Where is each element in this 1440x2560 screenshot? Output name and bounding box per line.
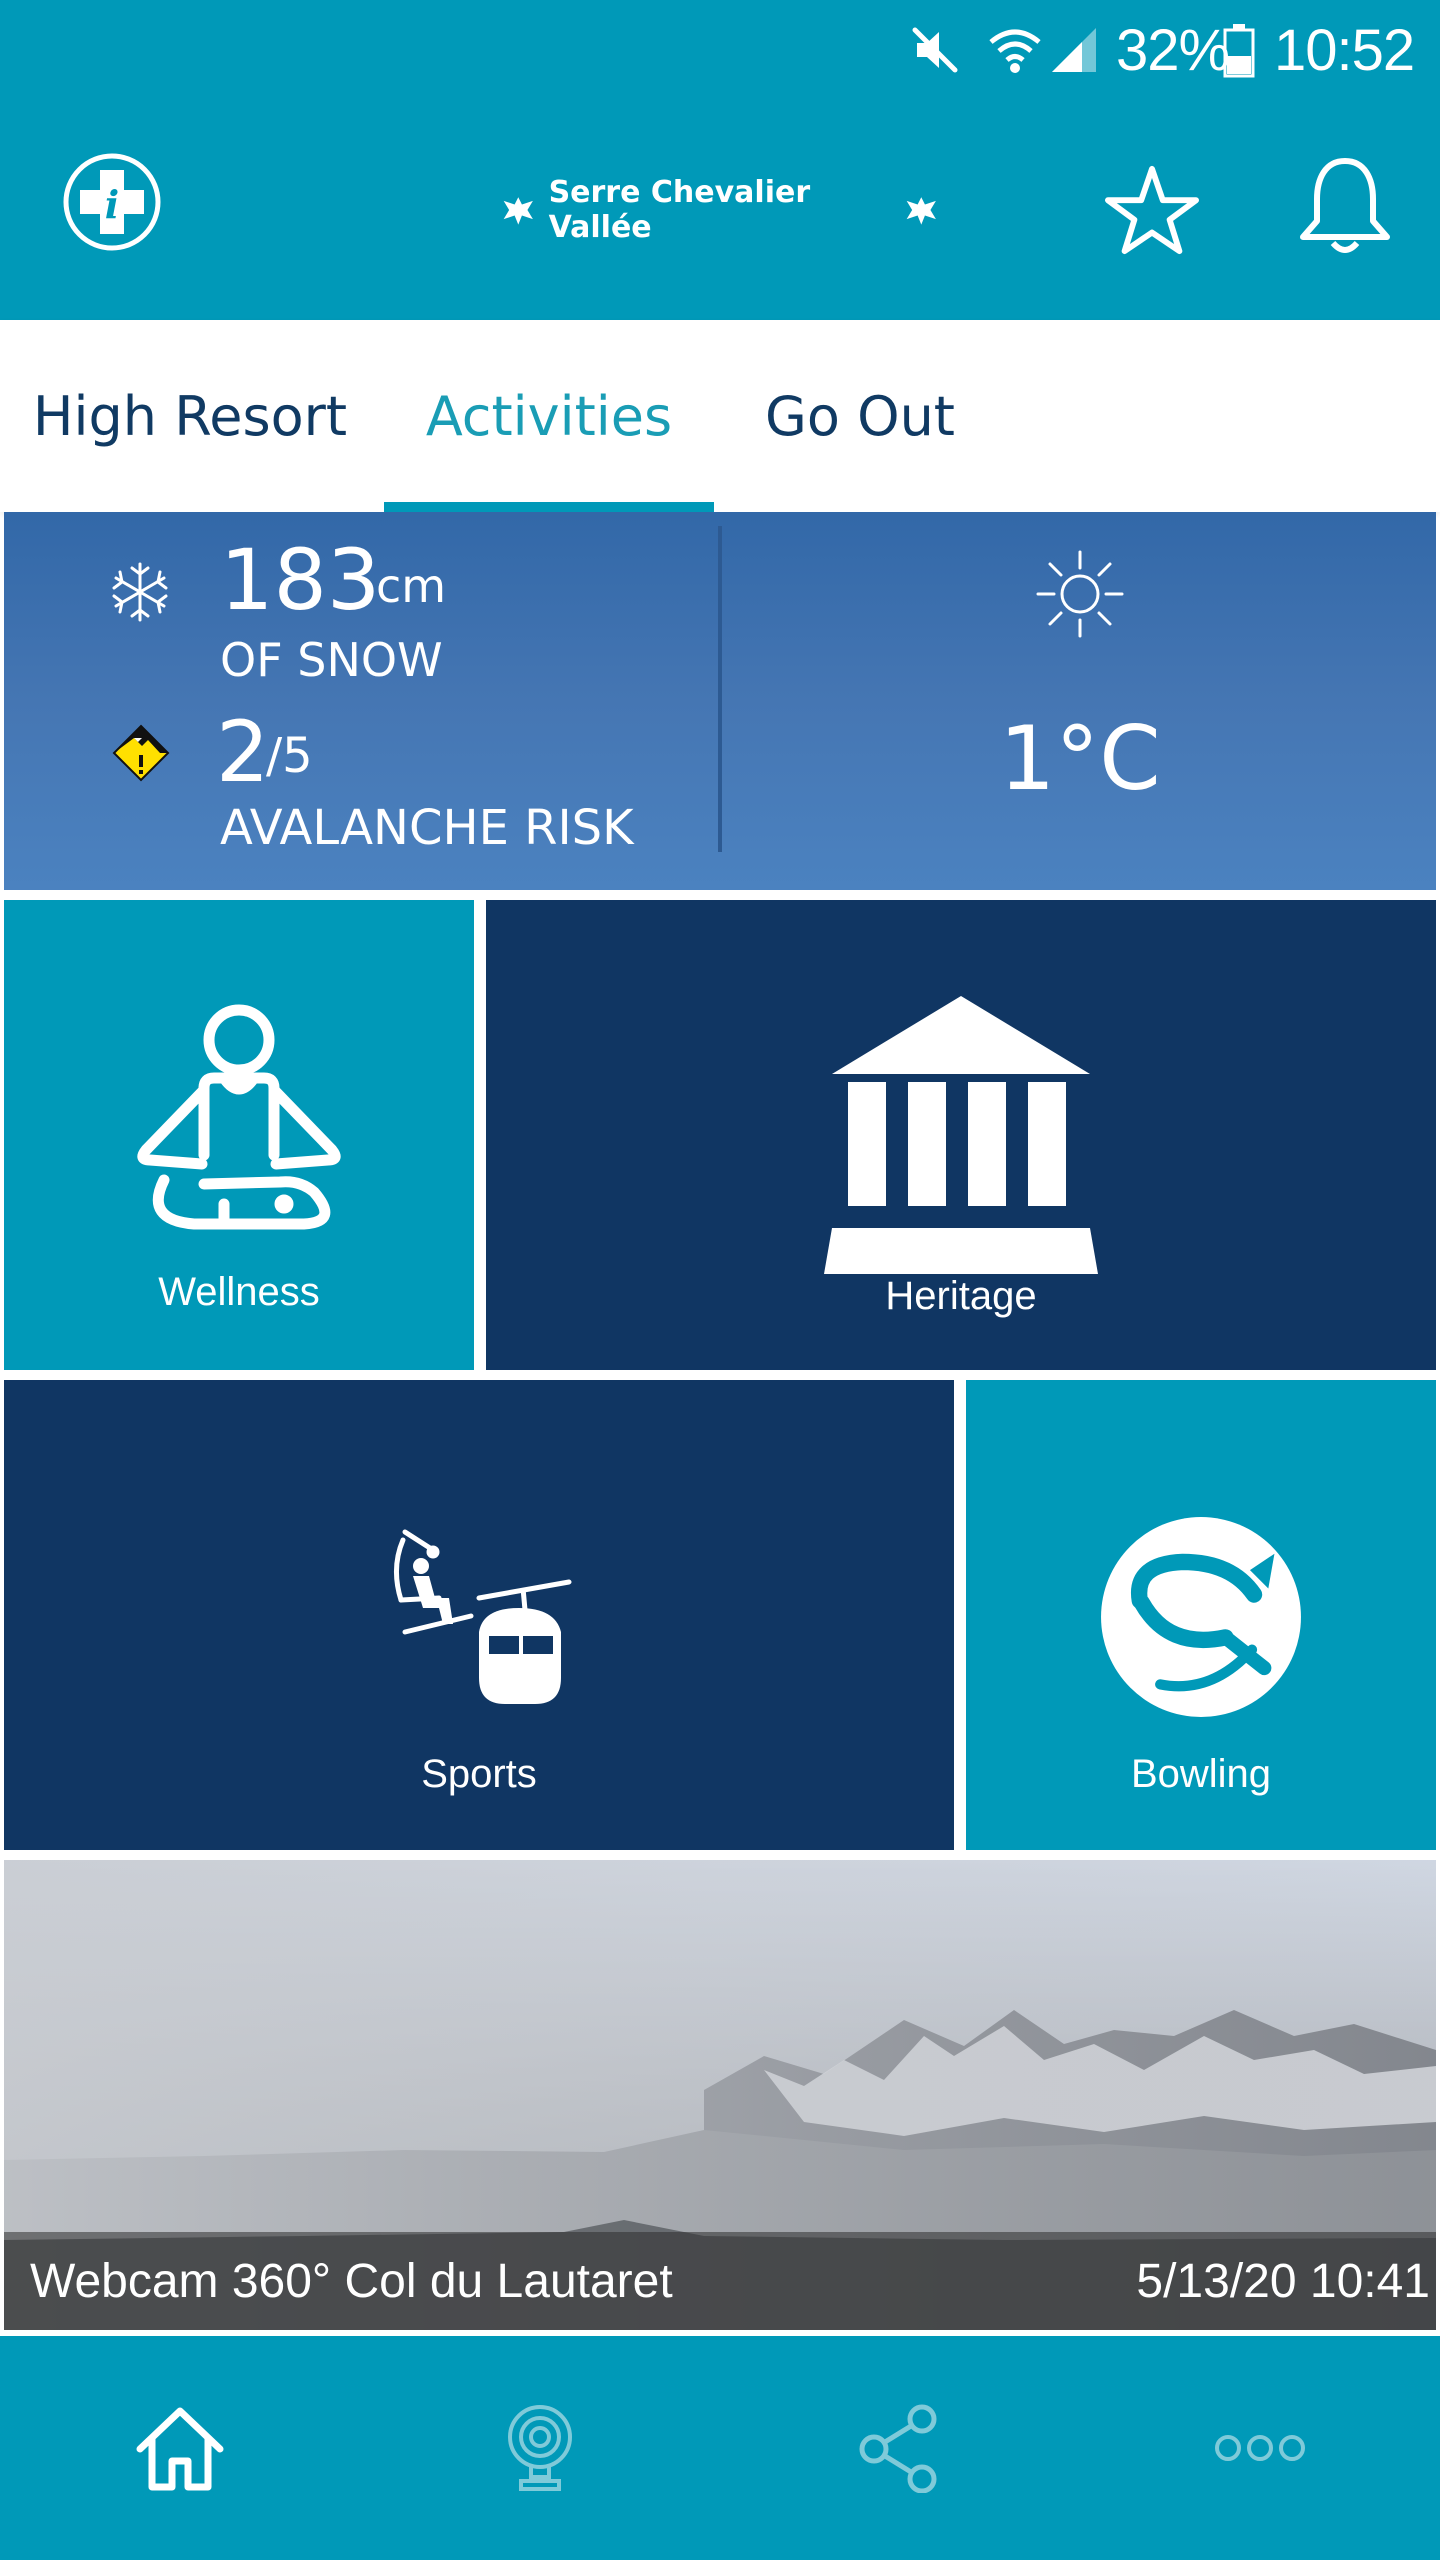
mute-icon [905,0,965,100]
battery-icon [1222,0,1256,100]
sun-icon [1036,550,1124,638]
info-cross-icon: i [63,153,161,251]
temperature-value: 1°C [999,707,1161,810]
tile-heritage[interactable]: Heritage [486,900,1436,1370]
tile-wellness[interactable]: Wellness [4,900,474,1370]
tile-heritage-label: Heritage [885,1274,1037,1318]
bottom-navigation [0,2336,1440,2560]
nav-share[interactable] [720,2336,1080,2560]
webcam-timestamp: 5/13/20 10:41 [1136,2254,1430,2308]
avalanche-risk-label: AVALANCHE RISK [220,800,634,856]
snow-depth-value: 183 [220,531,381,629]
status-bar: 32% 10:52 [0,0,1440,100]
svg-text:i: i [105,182,119,227]
tile-sports[interactable]: Sports [4,1380,954,1850]
nav-home[interactable] [0,2336,360,2560]
webcam-icon [508,2405,572,2491]
brand-emblem-icon [907,197,937,225]
tile-bowling-label: Bowling [1130,1752,1272,1796]
snow-depth-unit: cm [376,559,447,613]
tab-go-out[interactable]: Go Out [740,320,980,512]
tile-wellness-label: Wellness [158,1270,320,1314]
favorites-button[interactable] [1100,158,1204,262]
meditation-icon [137,1004,341,1170]
active-tab-indicator [384,502,714,512]
snow-depth-label: OF SNOW [220,633,443,687]
avalanche-risk-max: /5 [266,728,313,784]
tab-activities[interactable]: Activities [384,320,714,512]
info-cross-button[interactable]: i [60,150,164,254]
nav-webcams[interactable] [360,2336,720,2560]
nav-more[interactable] [1080,2336,1440,2560]
share-icon [859,2404,937,2493]
bell-icon [1300,158,1390,253]
wifi-icon [985,0,1045,100]
snowflake-icon [112,562,168,622]
ski-lift-icon [394,1529,572,1704]
brand-emblem-icon [503,197,533,225]
webcam-title: Webcam 360° Col du Lautaret [30,2254,673,2308]
battery-percent: 32% [1116,17,1230,83]
category-tabs: High Resort Activities Go Out [0,320,1440,512]
webcam-caption-bar: Webcam 360° Col du Lautaret 5/13/20 10:4… [4,2232,1436,2330]
tile-sports-label: Sports [421,1752,537,1796]
avalanche-warning-icon [112,724,170,782]
brand-name: Serre Chevalier Vallée [548,175,811,245]
avalanche-risk-value: 2 [216,703,270,801]
tile-bowling[interactable]: Bowling [966,1380,1436,1850]
museum-icon [824,996,1098,1274]
app-header: i Serre Chevalier Vallée [0,100,1440,320]
tab-high-resort[interactable]: High Resort [30,320,350,512]
more-icon [1215,2435,1305,2461]
signal-icon [1048,0,1100,100]
notifications-button[interactable] [1290,152,1400,262]
brand-logo: Serre Chevalier Vallée [500,175,940,245]
meditation-legs-icon [152,1174,331,1230]
bowling-ball-icon [1101,1517,1301,1717]
clock-time: 10:52 [1274,17,1415,83]
webcam-preview[interactable]: Webcam 360° Col du Lautaret 5/13/20 10:4… [4,1860,1436,2330]
home-icon [136,2407,224,2491]
conditions-divider [718,526,722,852]
star-icon [1105,165,1199,255]
snow-conditions-panel[interactable]: 183 cm OF SNOW 2 /5 AVALANCHE RISK 1°C [4,512,1436,890]
